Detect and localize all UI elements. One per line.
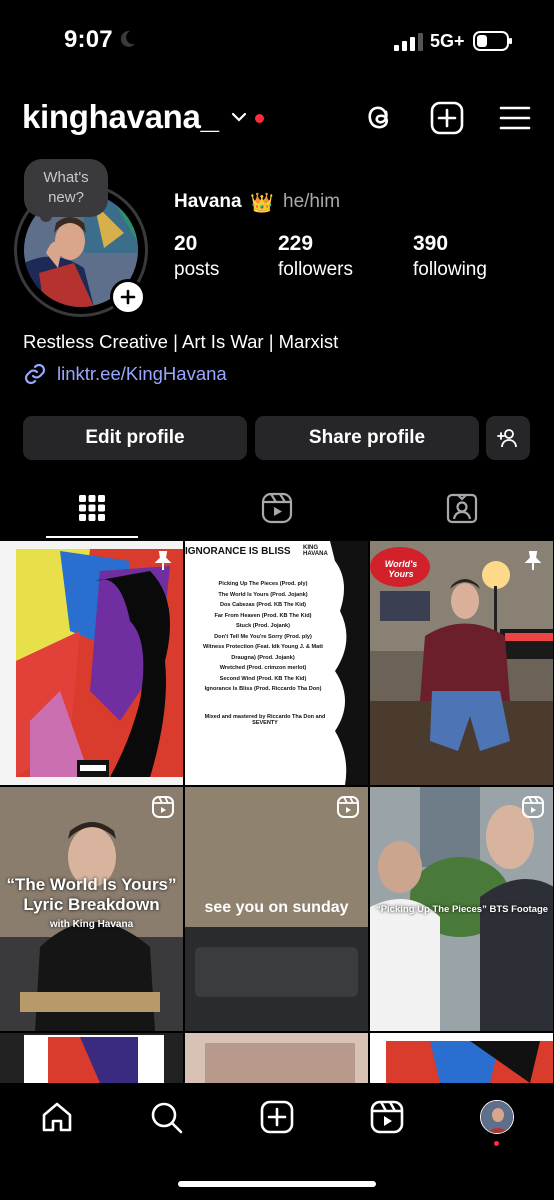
- pin-icon: [154, 551, 172, 570]
- nav-reels[interactable]: [370, 1100, 404, 1134]
- tab-tagged[interactable]: [442, 488, 482, 528]
- posts-count[interactable]: 20: [174, 232, 197, 256]
- nav-profile-avatar[interactable]: [480, 1100, 514, 1134]
- reels-icon: [261, 492, 293, 524]
- tracklist-artist: KING HAVANA: [303, 545, 328, 557]
- reels-icon: [152, 796, 174, 818]
- track-item: Dos Cabezas (Prod. KB The Kid): [219, 602, 307, 608]
- tab-reels[interactable]: [257, 488, 297, 528]
- post-thumbnail[interactable]: [185, 1033, 368, 1083]
- battery-icon: [473, 31, 512, 51]
- tab-active-indicator: [46, 536, 138, 538]
- link-icon: [24, 363, 46, 385]
- reels-icon: [522, 796, 544, 818]
- reels-icon: [337, 796, 359, 818]
- post-thumbnail[interactable]: [370, 1033, 553, 1083]
- discover-people-button[interactable]: [486, 416, 530, 460]
- plus-icon: [120, 289, 136, 305]
- track-item: Witness Protection (Feat. Idk Young J. &…: [202, 644, 324, 661]
- network-label: 5G+: [430, 31, 465, 51]
- track-item: Wretched (Prod. crimzon merlot): [219, 665, 307, 671]
- track-item: Don't Tell Me You're Sorry (Prod. ply): [214, 633, 312, 640]
- crown-emoji: 👑: [250, 193, 274, 214]
- tagged-person-icon: [446, 493, 478, 524]
- track-item: Stuck (Prod. Jojank): [235, 623, 291, 629]
- reel-subtitle: with King Havana: [49, 919, 134, 930]
- nav-search[interactable]: [149, 1100, 183, 1134]
- tab-posts-grid[interactable]: [72, 488, 112, 528]
- pin-icon: [524, 551, 542, 570]
- tracklist-credits: Mixed and mastered by Riccardo Tha Don a…: [204, 714, 326, 726]
- grid-icon: [79, 495, 105, 521]
- track-item: The World Is Yours (Prod. Jojank): [218, 591, 308, 598]
- track-item: Ignorance Is Bliss (Prod. Riccardo Tha D…: [204, 686, 322, 692]
- reel-see-you-sunday[interactable]: see you on sunday: [185, 787, 368, 1031]
- post-photo-studio[interactable]: World's Yours: [370, 541, 553, 785]
- following-label[interactable]: following: [413, 259, 487, 281]
- search-icon: [151, 1102, 183, 1134]
- posts-label[interactable]: posts: [174, 259, 219, 281]
- status-time: 9:07: [64, 26, 113, 53]
- share-profile-button[interactable]: Share profile: [255, 416, 479, 460]
- add-person-icon: [497, 429, 517, 448]
- post-thumbnail[interactable]: [0, 541, 183, 785]
- create-post-icon[interactable]: [429, 100, 465, 136]
- track-item: Second Wind (Prod. KB The Kid): [219, 675, 307, 682]
- add-story-button[interactable]: [110, 279, 146, 315]
- followers-label[interactable]: followers: [278, 259, 353, 281]
- sign-text: World's Yours: [384, 559, 418, 579]
- followers-count[interactable]: 229: [278, 232, 313, 256]
- moon-icon: [120, 30, 135, 47]
- profile-link[interactable]: linktr.ee/KingHavana: [57, 363, 227, 385]
- menu-icon[interactable]: [497, 100, 533, 136]
- notification-dot: [255, 114, 264, 123]
- tracklist-list: Picking Up The Pieces (Prod. ply) The Wo…: [193, 579, 333, 695]
- nav-create[interactable]: [260, 1100, 294, 1134]
- reels-icon: [370, 1100, 404, 1134]
- profile-notification-dot: [494, 1141, 499, 1146]
- username[interactable]: kinghavana_: [22, 98, 219, 136]
- reel-title: “The World Is Yours” Lyric Breakdown: [6, 875, 177, 914]
- note-bubble[interactable]: What's new?: [24, 159, 108, 217]
- track-item: Far From Heaven (Prod. KB The Kid): [214, 612, 312, 619]
- post-thumbnail[interactable]: [0, 1033, 183, 1083]
- bio: Restless Creative | Art Is War | Marxist: [23, 331, 339, 352]
- display-name: Havana: [174, 191, 242, 212]
- post-tracklist[interactable]: IGNORANCE IS BLISS KING HAVANA Picking U…: [185, 541, 368, 785]
- home-indicator: [178, 1181, 376, 1187]
- reel-caption: “Picking Up The Pieces” BTS Footage: [375, 904, 549, 915]
- reel-lyric-breakdown[interactable]: “The World Is Yours” Lyric Breakdown wit…: [0, 787, 183, 1031]
- threads-icon[interactable]: [361, 100, 397, 136]
- tracklist-title: IGNORANCE IS BLISS: [185, 546, 291, 557]
- pronouns: he/him: [283, 191, 341, 212]
- reel-bts-footage[interactable]: “Picking Up The Pieces” BTS Footage: [370, 787, 553, 1031]
- following-count[interactable]: 390: [413, 232, 448, 256]
- reel-caption: see you on sunday: [204, 899, 349, 916]
- signal-icon: [394, 33, 423, 51]
- chevron-down-icon[interactable]: [230, 110, 248, 124]
- edit-profile-button[interactable]: Edit profile: [23, 416, 247, 460]
- track-item: Picking Up The Pieces (Prod. ply): [218, 581, 308, 587]
- create-icon: [260, 1100, 294, 1134]
- nav-home[interactable]: [40, 1100, 74, 1134]
- home-icon: [42, 1102, 72, 1132]
